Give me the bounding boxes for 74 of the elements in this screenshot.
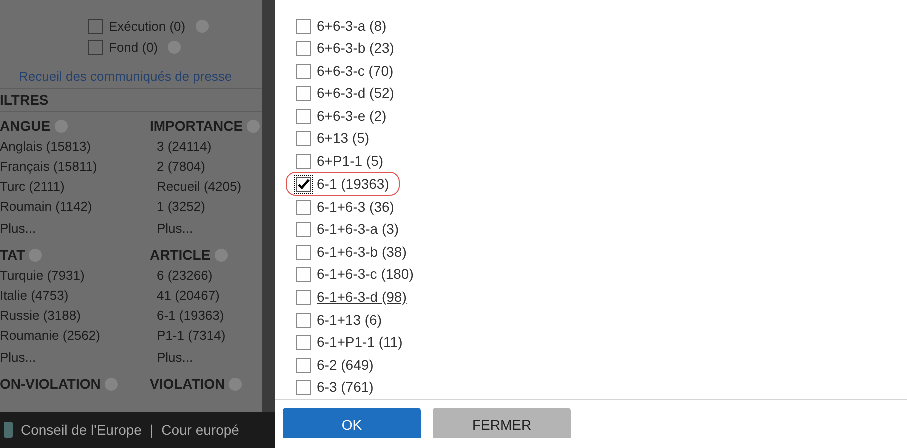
facet-item[interactable]: 41 (20467) bbox=[150, 286, 262, 306]
filters-heading: ILTRES bbox=[0, 90, 49, 110]
facet-item[interactable]: Turquie (7931) bbox=[0, 266, 143, 286]
checkbox[interactable] bbox=[88, 19, 103, 34]
checkbox[interactable] bbox=[296, 64, 311, 79]
article-option[interactable]: 6-3 (761) bbox=[317, 377, 374, 398]
checkbox[interactable] bbox=[296, 41, 311, 56]
checkbox[interactable] bbox=[296, 200, 311, 215]
facet-item[interactable]: 6-1 (19363) bbox=[150, 306, 262, 326]
close-button[interactable]: FERMER bbox=[433, 408, 571, 438]
separator: | bbox=[150, 420, 154, 440]
checkbox[interactable] bbox=[296, 380, 311, 396]
article-option[interactable]: 6+6-3-e (2) bbox=[317, 106, 387, 127]
more-link[interactable]: Plus... bbox=[0, 346, 143, 370]
checkbox[interactable] bbox=[296, 335, 311, 350]
article-option[interactable]: 6+6-3-a (8) bbox=[317, 16, 387, 37]
facet-item[interactable]: Italie (4753) bbox=[0, 286, 143, 306]
facet-heading: TAT bbox=[0, 246, 26, 265]
facet-heading: VIOLATION bbox=[150, 375, 226, 394]
checkbox[interactable] bbox=[296, 358, 311, 373]
ok-button[interactable]: OK bbox=[283, 408, 421, 438]
checkbox[interactable] bbox=[296, 86, 311, 102]
option-label: Fond (0) bbox=[109, 38, 158, 57]
article-option[interactable]: 6-1+6-3-c (180) bbox=[317, 264, 414, 286]
checkbox[interactable] bbox=[88, 40, 103, 55]
facet-item[interactable]: Russie (3188) bbox=[0, 306, 143, 326]
article-option[interactable]: 6+13 (5) bbox=[317, 128, 370, 150]
checkbox[interactable] bbox=[296, 312, 311, 328]
facet-item[interactable]: 6 (23266) bbox=[150, 266, 262, 286]
facet-item[interactable]: Roumanie (2562) bbox=[0, 326, 143, 346]
facet-heading: ANGUE bbox=[0, 117, 51, 136]
checkbox[interactable] bbox=[296, 176, 311, 192]
article-option[interactable]: 6-2 (649) bbox=[317, 354, 374, 376]
more-link[interactable]: Plus... bbox=[150, 217, 262, 241]
facet-item[interactable]: Turc (2111) bbox=[0, 177, 143, 197]
facet-item[interactable]: 3 (24114) bbox=[150, 137, 262, 157]
checkbox[interactable] bbox=[296, 290, 311, 305]
article-option[interactable]: 6+6-3-b (23) bbox=[317, 38, 394, 60]
checkbox[interactable] bbox=[296, 222, 311, 238]
checkbox[interactable] bbox=[296, 108, 311, 124]
help-icon bbox=[247, 120, 260, 133]
option-label: Exécution (0) bbox=[109, 18, 186, 36]
more-link[interactable]: Plus... bbox=[0, 217, 143, 241]
article-option[interactable]: 6-1 (19363) bbox=[317, 174, 390, 195]
checkbox[interactable] bbox=[296, 131, 311, 146]
checkbox[interactable] bbox=[296, 267, 311, 282]
article-option[interactable]: 6-1+6-3 (36) bbox=[317, 196, 394, 218]
article-option[interactable]: 6-1+13 (6) bbox=[317, 310, 382, 331]
facet-heading: IMPORTANCE bbox=[150, 117, 244, 136]
article-option[interactable]: 6+6-3-d (52) bbox=[317, 83, 394, 104]
facet-item[interactable]: Anglais (15813) bbox=[0, 137, 143, 157]
facet-item[interactable]: Roumain (1142) bbox=[0, 197, 143, 217]
article-option[interactable]: 6-1+6-3-b (38) bbox=[317, 242, 407, 263]
article-option[interactable]: 6+P1-1 (5) bbox=[317, 150, 384, 172]
footer-link[interactable]: Cour europé bbox=[162, 420, 240, 440]
facet-heading: ARTICLE bbox=[150, 246, 211, 265]
article-option[interactable]: 6-1+6-3-d (98) bbox=[317, 287, 407, 308]
article-option[interactable]: 6-1+6-3-a (3) bbox=[317, 219, 400, 240]
checkbox[interactable] bbox=[296, 18, 311, 34]
check-icon bbox=[298, 178, 310, 190]
facet-item[interactable]: Recueil (4205) bbox=[150, 177, 262, 197]
facet-item[interactable]: 2 (7804) bbox=[150, 157, 262, 177]
checkbox[interactable] bbox=[296, 244, 311, 260]
scrollbar[interactable] bbox=[262, 0, 275, 412]
article-option[interactable]: 6-1+P1-1 (11) bbox=[317, 332, 403, 354]
facet-item[interactable]: P1-1 (7314) bbox=[150, 326, 262, 346]
footer-link[interactable]: Conseil de l'Europe bbox=[21, 420, 142, 440]
facet-heading: ON-VIOLATION bbox=[0, 375, 101, 394]
facet-item[interactable]: Français (15811) bbox=[0, 157, 143, 177]
facet-item[interactable]: 1 (3252) bbox=[150, 197, 262, 217]
more-link[interactable]: Plus... bbox=[150, 346, 262, 370]
checkbox[interactable] bbox=[296, 154, 311, 169]
page-icon bbox=[4, 422, 13, 438]
article-option[interactable]: 6+6-3-c (70) bbox=[317, 60, 394, 82]
